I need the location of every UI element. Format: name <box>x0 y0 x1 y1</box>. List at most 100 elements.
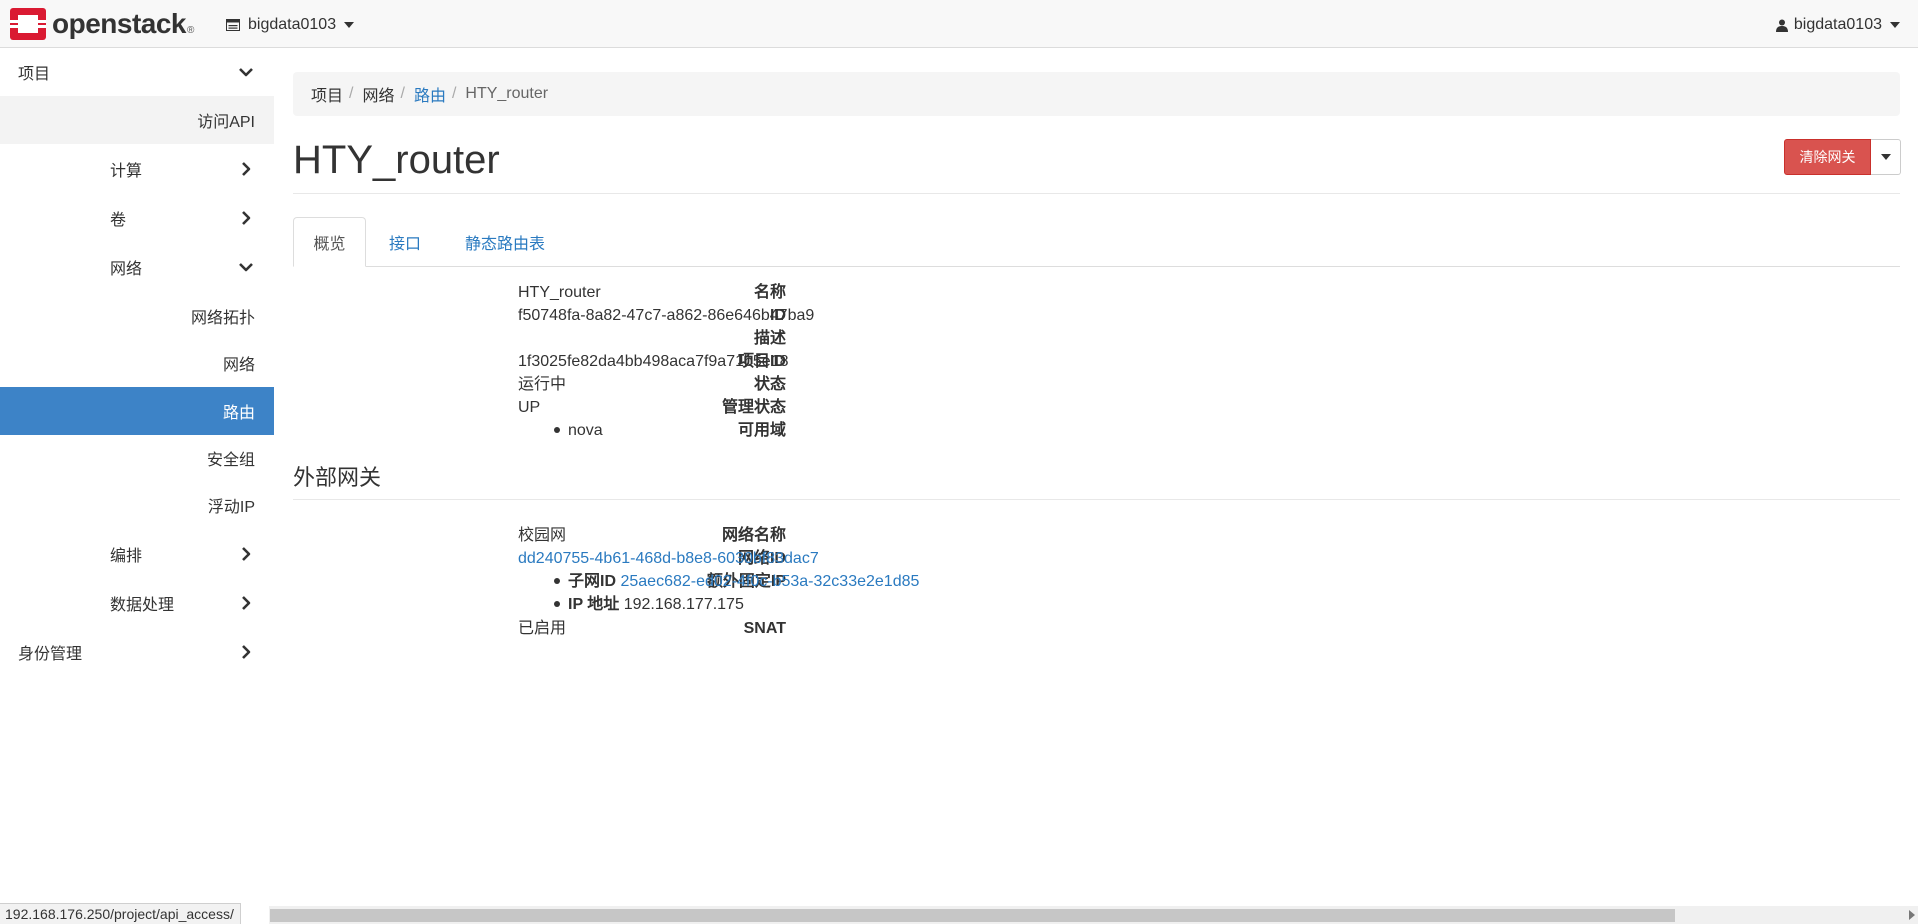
subnet-id-link[interactable]: 25aec682-ed02-4f0c-b53a-32c33e2e1d85 <box>620 573 919 590</box>
detail-value: UP <box>518 399 541 416</box>
tab-overview[interactable]: 概览 <box>293 217 366 267</box>
sidebar-item-label: 卷 <box>110 212 127 229</box>
sidebar-item-identity[interactable]: 身份管理 <box>0 628 274 676</box>
caret-down-icon <box>1880 154 1891 160</box>
detail-value: IP 地址 192.168.177.175 <box>554 593 744 616</box>
section-title-external-gateway: 外部网关 <box>293 465 382 490</box>
actions-button-group: 清除网关 <box>1784 139 1901 175</box>
detail-value: 运行中 <box>518 376 567 393</box>
chevron-right-icon <box>242 211 251 225</box>
breadcrumb-item-project: 项目 <box>311 88 344 105</box>
detail-label: 管理状态 <box>721 399 786 416</box>
chevron-right-icon <box>242 645 251 659</box>
brand-name: openstack <box>52 8 187 39</box>
chevron-right-icon <box>242 547 251 561</box>
more-actions-dropdown-button[interactable] <box>1871 139 1901 175</box>
scroll-right-arrow-icon[interactable] <box>1909 910 1915 920</box>
user-menu-label: bigdata0103 <box>1793 16 1882 33</box>
sidebar-item-label: 网络 <box>110 261 143 278</box>
status-bar-url: 192.168.176.250/project/api_access/ <box>0 903 241 924</box>
project-list-icon <box>226 19 240 31</box>
detail-row-description: 描述 <box>293 327 1393 350</box>
sidebar-item-label: 编排 <box>110 548 143 565</box>
caret-down-icon <box>1890 22 1900 28</box>
detail-row-network-name: 网络名称 校园网 <box>293 524 1393 547</box>
user-icon <box>1775 19 1788 32</box>
sidebar-item-api-access[interactable]: 访问API <box>0 96 274 144</box>
detail-row-admin-state: 管理状态 UP <box>293 396 1393 419</box>
breadcrumb-separator: / <box>451 85 457 102</box>
detail-label: 网络名称 <box>721 527 786 544</box>
bullet-icon <box>554 600 560 607</box>
breadcrumb-current: HTY_router <box>465 85 549 102</box>
subnet-id-label: 子网ID <box>568 573 617 590</box>
breadcrumb: 项目 / 网络 / 路由 / HTY_router <box>293 72 1900 116</box>
detail-row-id: ID f50748fa-8a82-47c7-a862-86e646b47ba9 <box>293 304 1393 327</box>
breadcrumb-link-routers[interactable]: 路由 <box>414 82 446 106</box>
sidebar-item-label: 网络 <box>222 357 255 374</box>
sidebar-item-label: 身份管理 <box>18 646 83 663</box>
sidebar-item-label: 访问API <box>197 114 255 131</box>
ip-address-value: 192.168.177.175 <box>623 596 744 613</box>
tab-interfaces[interactable]: 接口 <box>389 217 421 267</box>
sidebar-item-label: 路由 <box>222 405 255 422</box>
detail-value: nova <box>554 419 603 442</box>
detail-row-name: 名称 HTY_router <box>293 281 1393 304</box>
sidebar-item-label: 计算 <box>110 163 143 180</box>
chevron-down-icon <box>239 68 253 77</box>
openstack-logo-icon <box>10 8 46 40</box>
detail-value: 已启用 <box>518 620 567 637</box>
sidebar-item-label: 安全组 <box>206 452 255 469</box>
detail-label: 可用域 <box>737 422 786 439</box>
sidebar-item-label: 浮动IP <box>207 499 255 516</box>
sidebar-item-orchestration[interactable]: 编排 <box>0 530 274 578</box>
sidebar-item-networks[interactable]: 网络 <box>0 339 274 387</box>
sidebar: 项目 访问API 计算 卷 网络 网络拓扑 网络 路由 安全组 浮动IP 编排 … <box>0 48 274 898</box>
sidebar-item-volumes[interactable]: 卷 <box>0 194 274 242</box>
breadcrumb-separator: / <box>400 85 405 102</box>
network-id-link[interactable]: dd240755-4b61-468d-b8e8-6030bf83dac7 <box>518 547 819 570</box>
sidebar-item-project[interactable]: 项目 <box>0 48 274 96</box>
title-divider <box>293 193 1900 194</box>
openstack-logo[interactable]: openstack ® <box>10 6 194 42</box>
detail-row-ip-address: IP 地址 192.168.177.175 <box>293 593 1393 616</box>
sidebar-item-network-topology[interactable]: 网络拓扑 <box>0 292 274 340</box>
sidebar-item-label: 项目 <box>18 66 51 83</box>
sidebar-item-floating-ips[interactable]: 浮动IP <box>0 481 274 529</box>
bullet-icon <box>554 426 560 433</box>
sidebar-item-network[interactable]: 网络 <box>0 243 274 291</box>
detail-value: 子网ID 25aec682-ed02-4f0c-b53a-32c33e2e1d8… <box>554 570 919 593</box>
horizontal-scrollbar[interactable] <box>269 906 1918 924</box>
detail-label: SNAT <box>743 620 786 637</box>
caret-down-icon <box>344 22 355 28</box>
page-title: HTY_router <box>293 138 500 182</box>
detail-row-status: 状态 运行中 <box>293 373 1393 396</box>
detail-row-network-id: 网络ID dd240755-4b61-468d-b8e8-6030bf83dac… <box>293 547 1393 570</box>
chevron-down-icon <box>239 263 253 272</box>
sidebar-item-security-groups[interactable]: 安全组 <box>0 434 274 482</box>
clear-gateway-button[interactable]: 清除网关 <box>1784 139 1871 175</box>
bullet-icon <box>554 577 560 584</box>
sidebar-item-compute[interactable]: 计算 <box>0 145 274 193</box>
detail-row-snat: SNAT 已启用 <box>293 617 1393 640</box>
user-menu[interactable]: bigdata0103 <box>1775 14 1900 36</box>
detail-value: f50748fa-8a82-47c7-a862-86e646b47ba9 <box>518 307 815 324</box>
sidebar-item-routers[interactable]: 路由 <box>0 387 274 435</box>
breadcrumb-separator: / <box>349 85 354 102</box>
breadcrumb-item-network: 网络 <box>362 88 395 105</box>
detail-label: 名称 <box>753 284 786 301</box>
detail-row-fixed-ip: 额外固定IP 子网ID 25aec682-ed02-4f0c-b53a-32c3… <box>293 570 1393 593</box>
chevron-right-icon <box>242 596 251 610</box>
sidebar-item-label: 数据处理 <box>110 597 175 614</box>
detail-value: HTY_router <box>518 284 601 301</box>
detail-label: 状态 <box>753 376 786 393</box>
sidebar-item-data-processing[interactable]: 数据处理 <box>0 579 274 627</box>
chevron-right-icon <box>242 162 251 176</box>
project-selector[interactable]: bigdata0103 <box>226 14 355 36</box>
sidebar-item-label: 网络拓扑 <box>190 310 255 327</box>
project-selector-label: bigdata0103 <box>248 16 337 33</box>
detail-row-project-id: 项目ID 1f3025fe82da4bb498aca7f9a71b5e18 <box>293 350 1393 373</box>
detail-value: 1f3025fe82da4bb498aca7f9a71b5e18 <box>518 353 789 370</box>
scrollbar-thumb[interactable] <box>270 909 1675 922</box>
tab-static-routes[interactable]: 静态路由表 <box>465 217 545 267</box>
